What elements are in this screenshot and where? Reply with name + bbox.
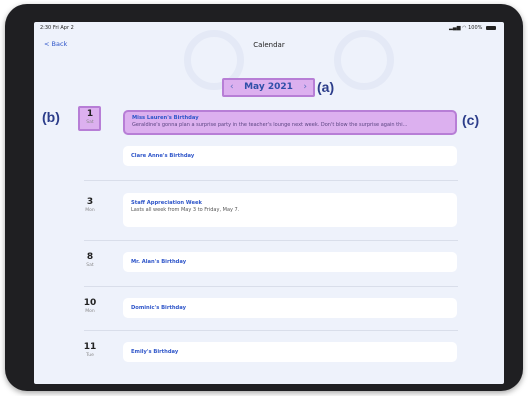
tablet-bezel: 2:30 Fri Apr 2 ▂▄▆ ◠ 100% < Back Calenda… [5, 4, 523, 391]
month-selector: ‹ May 2021 › [222, 78, 315, 97]
day-number: 3 [86, 197, 94, 207]
divider [84, 330, 458, 331]
day-of-week: Tue [86, 353, 94, 358]
divider [84, 240, 458, 241]
event-card[interactable]: Emily's Birthday [123, 342, 457, 362]
day-number: 8 [86, 252, 94, 262]
event-description: Lasts all week from May 3 to Friday, May… [131, 207, 240, 213]
status-time: 2:30 Fri Apr 2 [40, 25, 74, 31]
event-title: Mr. Alan's Birthday [131, 259, 187, 265]
annotation-b: (b) [42, 109, 60, 125]
event-card-highlighted[interactable]: Miss Lauren's Birthday Geraldine's gonna… [123, 110, 457, 135]
app-screen: 2:30 Fri Apr 2 ▂▄▆ ◠ 100% < Back Calenda… [34, 22, 504, 384]
month-label: May 2021 [244, 82, 293, 92]
page-title: Calendar [253, 41, 285, 49]
event-card[interactable]: Mr. Alan's Birthday [123, 252, 457, 272]
day-of-week: Mon [85, 208, 95, 213]
day-of-week: Mon [85, 309, 95, 314]
day-8: 8 Sat [75, 252, 105, 269]
event-title: Clare Anne's Birthday [131, 153, 195, 159]
signal-wifi-icon: ▂▄▆ ◠ [449, 25, 467, 31]
event-card[interactable]: Staff Appreciation Week Lasts all week f… [123, 193, 457, 227]
battery-percent: 100% [468, 25, 483, 31]
event-description: Geraldine's gonna plan a surprise party … [132, 122, 408, 128]
day-number: 10 [83, 298, 97, 308]
battery-icon [486, 25, 496, 30]
day-number: 1 [86, 109, 94, 119]
status-system: ▂▄▆ ◠ 100% [449, 25, 496, 31]
event-card[interactable]: Dominic's Birthday [123, 298, 457, 318]
next-month-icon[interactable]: › [303, 82, 307, 92]
event-title: Emily's Birthday [131, 349, 179, 355]
page: 2:30 Fri Apr 2 ▂▄▆ ◠ 100% < Back Calenda… [0, 0, 528, 396]
divider [84, 180, 458, 181]
event-title: Miss Lauren's Birthday [132, 115, 199, 121]
day-10: 10 Mon [75, 298, 105, 315]
divider [84, 286, 458, 287]
annotation-a: (a) [317, 79, 335, 95]
event-title: Staff Appreciation Week [131, 200, 202, 206]
event-card[interactable]: Clare Anne's Birthday [123, 146, 457, 166]
day-of-week: Sat [86, 263, 94, 268]
status-bar: 2:30 Fri Apr 2 ▂▄▆ ◠ 100% [34, 22, 504, 34]
navigation-bar: < Back Calendar [34, 34, 504, 60]
day-3: 3 Mon [75, 197, 105, 214]
day-of-week: Sat [86, 120, 94, 125]
day-number: 11 [83, 342, 97, 352]
annotation-c: (c) [462, 112, 480, 128]
day-11: 11 Tue [75, 342, 105, 359]
event-title: Dominic's Birthday [131, 305, 186, 311]
day-1: 1 Sat [75, 109, 105, 126]
